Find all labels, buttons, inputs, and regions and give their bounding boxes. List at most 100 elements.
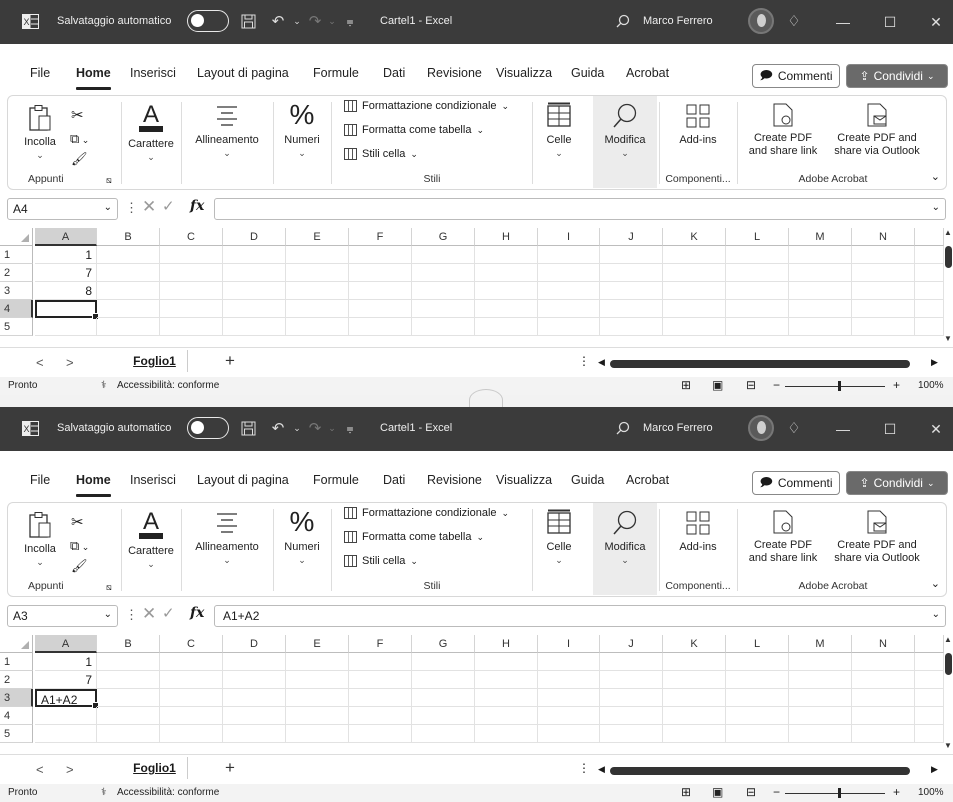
table-cell[interactable] bbox=[412, 653, 475, 671]
zoom-slider[interactable] bbox=[785, 793, 885, 794]
font-button[interactable]: A Carattere ⌄ bbox=[124, 507, 178, 571]
table-cell[interactable] bbox=[726, 653, 789, 671]
search-icon[interactable] bbox=[613, 11, 633, 31]
select-all-corner[interactable] bbox=[0, 228, 33, 246]
table-cell[interactable] bbox=[97, 671, 160, 689]
table-cell[interactable] bbox=[789, 264, 852, 282]
column-header-partial[interactable] bbox=[915, 228, 944, 246]
column-header-f[interactable]: F bbox=[349, 635, 412, 653]
zoom-slider[interactable] bbox=[785, 386, 885, 387]
customize-toolbar-icon[interactable]: ⩦ bbox=[340, 11, 360, 31]
conditional-formatting-button[interactable]: Formattazione condizionale ⌄ bbox=[344, 507, 509, 519]
table-cell[interactable] bbox=[412, 300, 475, 318]
table-cell[interactable] bbox=[600, 264, 663, 282]
column-header-a[interactable]: A bbox=[35, 635, 97, 653]
column-header-h[interactable]: H bbox=[475, 228, 538, 246]
table-cell[interactable] bbox=[663, 689, 726, 707]
copy-icon[interactable]: ⧉ ⌄ bbox=[70, 538, 89, 554]
name-box[interactable]: A4 ⌄ bbox=[7, 198, 118, 220]
avatar[interactable] bbox=[748, 8, 774, 34]
table-cell[interactable] bbox=[538, 264, 600, 282]
table-cell[interactable] bbox=[349, 653, 412, 671]
table-cell[interactable] bbox=[789, 689, 852, 707]
table-cell[interactable] bbox=[789, 246, 852, 264]
table-cell[interactable] bbox=[600, 653, 663, 671]
scroll-down-icon[interactable]: ▼ bbox=[944, 741, 952, 750]
cell-a4[interactable] bbox=[35, 707, 97, 725]
tab-insert[interactable]: Inserisci bbox=[130, 66, 176, 86]
tab-formulas[interactable]: Formule bbox=[313, 473, 359, 493]
autosave-toggle[interactable] bbox=[187, 10, 229, 32]
tab-home[interactable]: Home bbox=[76, 66, 111, 90]
page-layout-icon[interactable]: ▣ bbox=[712, 378, 723, 392]
column-header-e[interactable]: E bbox=[286, 228, 349, 246]
table-cell[interactable] bbox=[663, 725, 726, 743]
table-cell[interactable] bbox=[97, 707, 160, 725]
table-cell[interactable] bbox=[538, 282, 600, 300]
vertical-scrollbar[interactable]: ▲ ▼ bbox=[944, 228, 953, 346]
table-cell[interactable] bbox=[97, 264, 160, 282]
editing-button[interactable]: Modifica ⌄ bbox=[593, 503, 657, 595]
row-header-2[interactable]: 2 bbox=[0, 671, 33, 689]
tab-formulas[interactable]: Formule bbox=[313, 66, 359, 86]
table-cell[interactable] bbox=[663, 671, 726, 689]
cut-icon[interactable]: ✂ bbox=[71, 106, 84, 124]
table-cell[interactable] bbox=[223, 300, 286, 318]
collapse-ribbon-icon[interactable]: ⌄ bbox=[931, 170, 940, 183]
row-header-5[interactable]: 5 bbox=[0, 725, 33, 743]
tab-insert[interactable]: Inserisci bbox=[130, 473, 176, 493]
undo-dropdown-icon[interactable]: ⌄ bbox=[287, 11, 307, 31]
table-cell[interactable] bbox=[600, 300, 663, 318]
column-header-m[interactable]: M bbox=[789, 228, 852, 246]
zoom-out-icon[interactable]: − bbox=[773, 378, 780, 392]
accessibility-icon[interactable]: ⚕ bbox=[101, 787, 106, 798]
table-cell[interactable] bbox=[915, 653, 944, 671]
column-header-e[interactable]: E bbox=[286, 635, 349, 653]
column-header-d[interactable]: D bbox=[223, 635, 286, 653]
column-header-k[interactable]: K bbox=[663, 228, 726, 246]
collapse-ribbon-icon[interactable]: ⌄ bbox=[931, 577, 940, 590]
copy-icon[interactable]: ⧉ ⌄ bbox=[70, 131, 89, 147]
table-cell[interactable] bbox=[600, 689, 663, 707]
cell-a5[interactable] bbox=[35, 725, 97, 743]
table-cell[interactable] bbox=[286, 300, 349, 318]
paste-button[interactable]: Incolla ⌄ bbox=[20, 511, 60, 569]
table-cell[interactable] bbox=[97, 689, 160, 707]
number-button[interactable]: % Numeri ⌄ bbox=[276, 507, 328, 567]
tab-page-layout[interactable]: Layout di pagina bbox=[197, 473, 289, 493]
cell-a2[interactable]: 7 bbox=[35, 264, 97, 282]
sheet-tab[interactable]: Foglio1 bbox=[122, 350, 188, 372]
table-cell[interactable] bbox=[789, 318, 852, 336]
column-header-g[interactable]: G bbox=[412, 635, 475, 653]
table-cell[interactable] bbox=[160, 318, 223, 336]
spreadsheet-grid[interactable]: ABCDEFGHIJKLMN 11273845 bbox=[0, 228, 953, 346]
table-cell[interactable] bbox=[223, 725, 286, 743]
table-cell[interactable] bbox=[286, 725, 349, 743]
next-sheet-icon[interactable]: > bbox=[66, 762, 74, 777]
save-icon[interactable] bbox=[238, 11, 258, 31]
cell-a5[interactable] bbox=[35, 318, 97, 336]
scroll-up-icon[interactable]: ▲ bbox=[944, 635, 952, 644]
table-cell[interactable] bbox=[663, 653, 726, 671]
alignment-button[interactable]: Allineamento ⌄ bbox=[184, 509, 270, 567]
maximize-icon[interactable]: ☐ bbox=[870, 9, 910, 35]
row-header-3[interactable]: 3 bbox=[0, 689, 33, 707]
column-header-a[interactable]: A bbox=[35, 228, 97, 246]
table-cell[interactable] bbox=[349, 246, 412, 264]
column-header-l[interactable]: L bbox=[726, 228, 789, 246]
table-cell[interactable] bbox=[349, 707, 412, 725]
column-header-i[interactable]: I bbox=[538, 228, 600, 246]
page-layout-icon[interactable]: ▣ bbox=[712, 785, 723, 799]
table-cell[interactable] bbox=[663, 318, 726, 336]
tab-home[interactable]: Home bbox=[76, 473, 111, 497]
enter-icon[interactable]: ✓ bbox=[162, 604, 175, 622]
table-cell[interactable] bbox=[475, 707, 538, 725]
scroll-right-icon[interactable]: ▶ bbox=[931, 357, 938, 368]
table-cell[interactable] bbox=[349, 300, 412, 318]
table-cell[interactable] bbox=[538, 689, 600, 707]
scroll-up-icon[interactable]: ▲ bbox=[944, 228, 952, 237]
table-cell[interactable] bbox=[349, 282, 412, 300]
cell-a1[interactable]: 1 bbox=[35, 246, 97, 264]
cell-a4[interactable] bbox=[35, 300, 99, 320]
zoom-out-icon[interactable]: − bbox=[773, 785, 780, 799]
